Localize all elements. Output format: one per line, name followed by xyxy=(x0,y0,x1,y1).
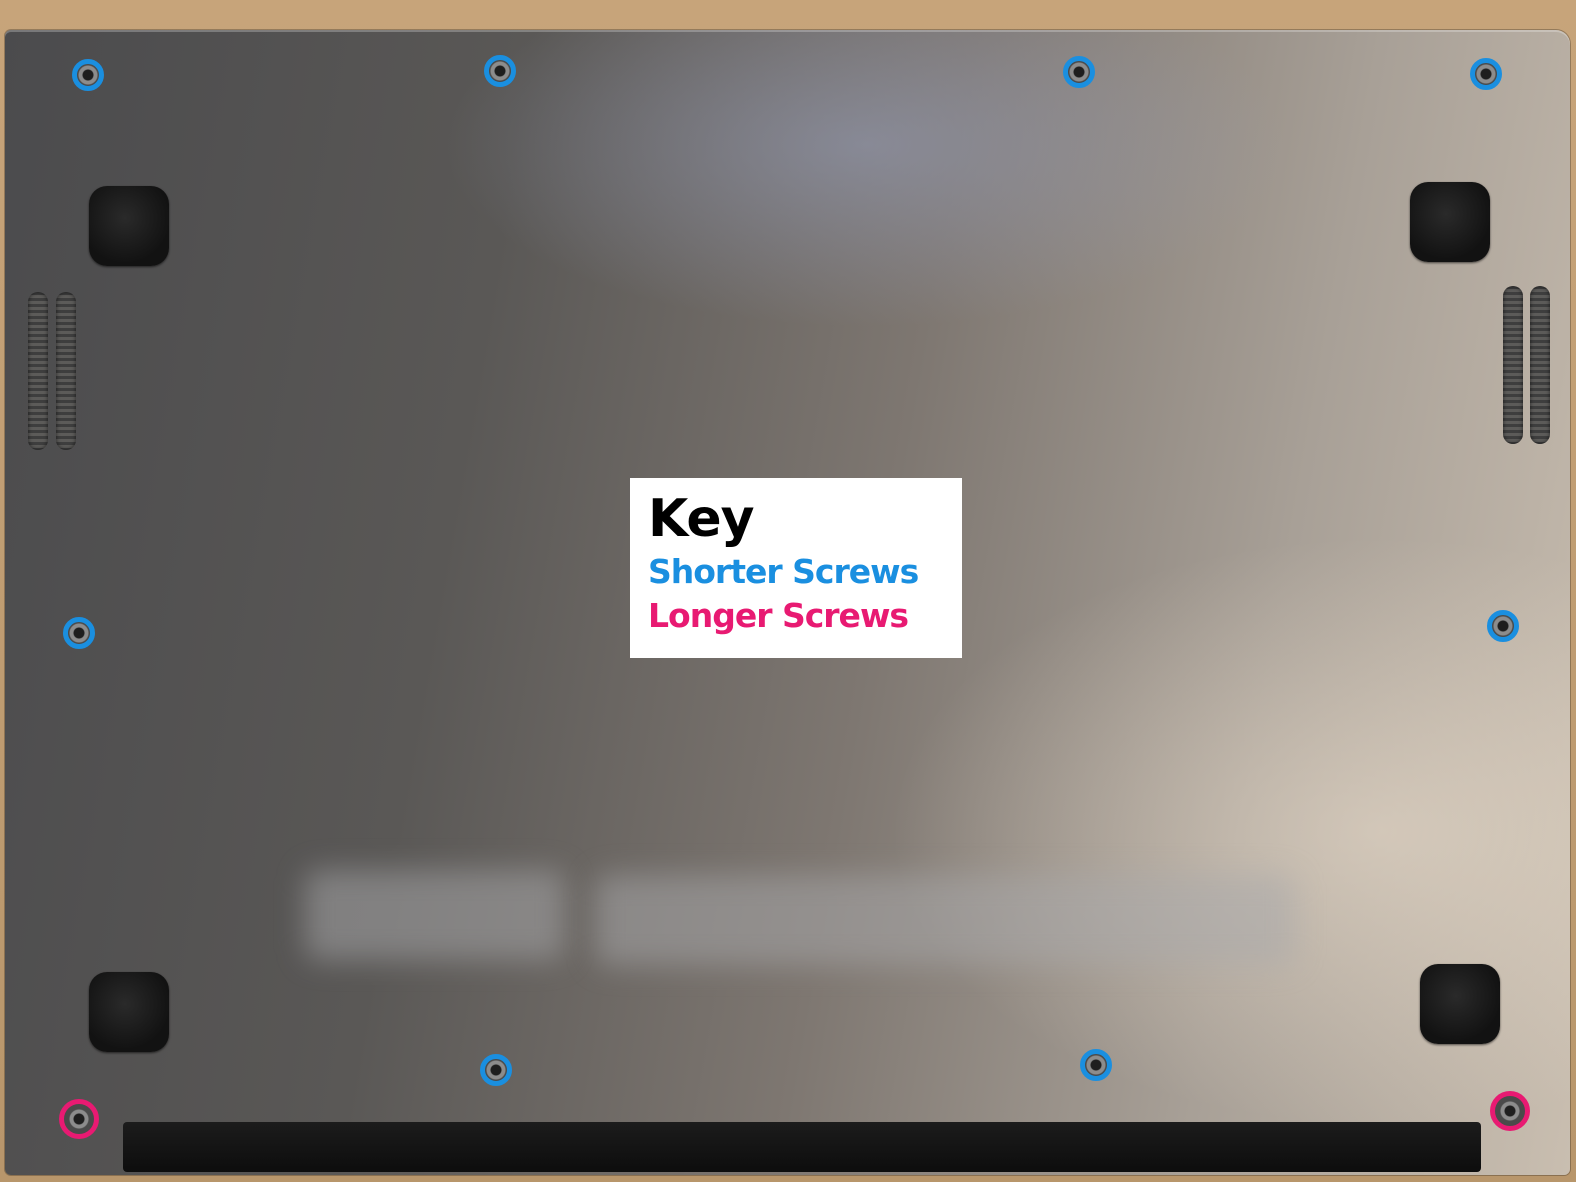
vent-right-1 xyxy=(1503,286,1523,444)
rubber-foot-bottom-right xyxy=(1420,964,1500,1044)
long-screw-marker[interactable] xyxy=(59,1099,99,1139)
short-screw-marker[interactable] xyxy=(1487,610,1519,642)
blurred-regulatory-text xyxy=(595,875,1295,965)
long-screw-marker[interactable] xyxy=(1490,1091,1530,1131)
legend-title: Key xyxy=(648,489,755,549)
short-screw-marker[interactable] xyxy=(1470,58,1502,90)
vent-right-2 xyxy=(1530,286,1550,444)
vent-left-1 xyxy=(28,292,48,450)
legend-short-screws: Shorter Screws xyxy=(648,552,919,591)
screw-key-legend: Key Shorter Screws Longer Screws xyxy=(630,478,962,658)
short-screw-marker[interactable] xyxy=(480,1054,512,1086)
short-screw-marker[interactable] xyxy=(1063,56,1095,88)
vent-left-2 xyxy=(56,292,76,450)
short-screw-marker[interactable] xyxy=(1080,1049,1112,1081)
short-screw-marker[interactable] xyxy=(72,59,104,91)
short-screw-marker[interactable] xyxy=(484,55,516,87)
short-screw-marker[interactable] xyxy=(63,617,95,649)
rubber-foot-top-right xyxy=(1410,182,1490,262)
hinge-strip xyxy=(123,1122,1481,1172)
rubber-foot-bottom-left xyxy=(89,972,169,1052)
rubber-foot-top-left xyxy=(89,186,169,266)
blurred-regulatory-label xyxy=(305,870,565,960)
legend-long-screws: Longer Screws xyxy=(648,596,909,635)
